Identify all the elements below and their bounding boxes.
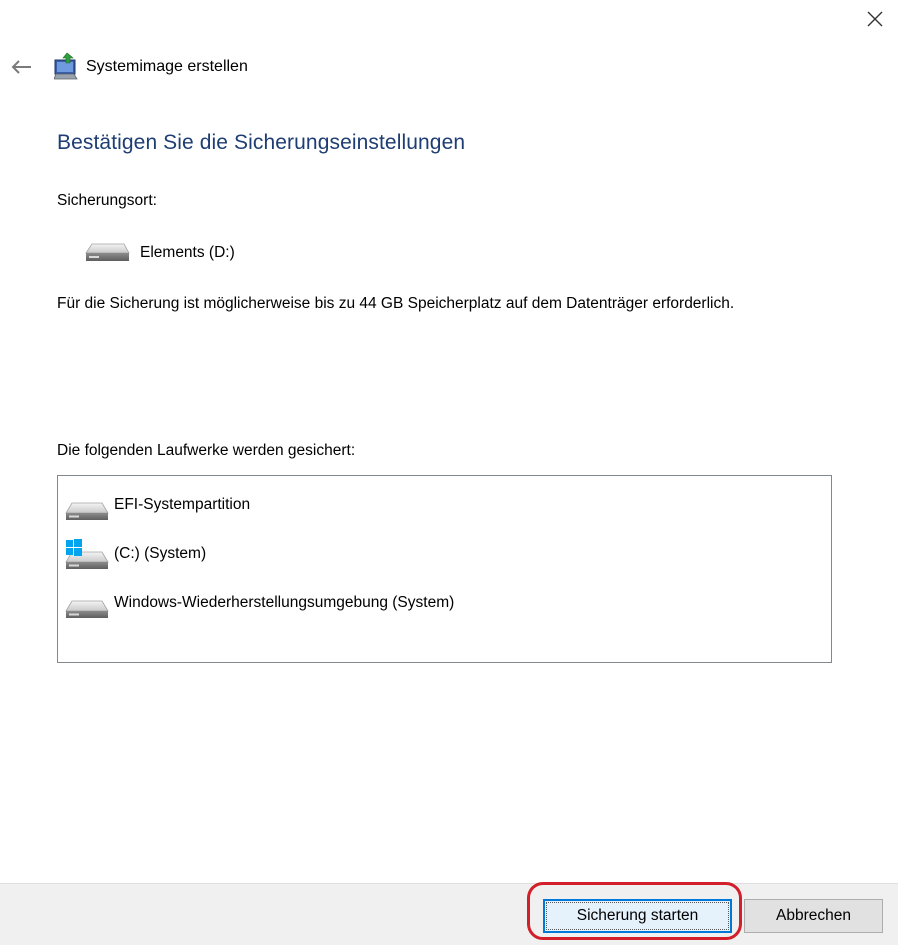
page-heading: Bestätigen Sie die Sicherungseinstellung… — [57, 131, 466, 154]
dialog-footer: Sicherung starten Abbrechen — [0, 883, 898, 945]
close-icon — [867, 11, 883, 27]
drive-name: Windows-Wiederherstellungsumgebung (Syst… — [114, 594, 455, 611]
list-item[interactable]: EFI-Systempartition — [64, 487, 804, 523]
arrow-left-icon — [11, 60, 31, 74]
window-title: Systemimage erstellen — [86, 58, 248, 75]
start-backup-button[interactable]: Sicherung starten — [543, 899, 732, 933]
space-requirement-note: Für die Sicherung ist möglicherweise bis… — [57, 295, 735, 312]
hard-drive-icon — [65, 600, 109, 618]
target-drive-name: Elements (D:) — [140, 244, 235, 261]
drives-list-label: Die folgenden Laufwerke werden gesichert… — [57, 442, 356, 459]
hard-drive-icon — [65, 502, 109, 520]
windows-drive-icon — [65, 539, 109, 569]
cancel-button[interactable]: Abbrechen — [744, 899, 883, 933]
backup-location-label: Sicherungsort: — [57, 192, 157, 209]
drive-name: EFI-Systempartition — [114, 496, 251, 513]
close-button[interactable] — [856, 2, 894, 36]
drive-name: (C:) (System) — [114, 545, 207, 562]
drives-list[interactable]: EFI-Systempartition (C:) (System) Window… — [57, 475, 832, 663]
hard-drive-icon — [85, 243, 130, 261]
list-item[interactable]: Windows-Wiederherstellungsumgebung (Syst… — [64, 585, 804, 621]
list-item[interactable]: (C:) (System) — [64, 536, 804, 572]
system-image-backup-icon — [54, 52, 78, 80]
back-button[interactable] — [6, 52, 36, 82]
